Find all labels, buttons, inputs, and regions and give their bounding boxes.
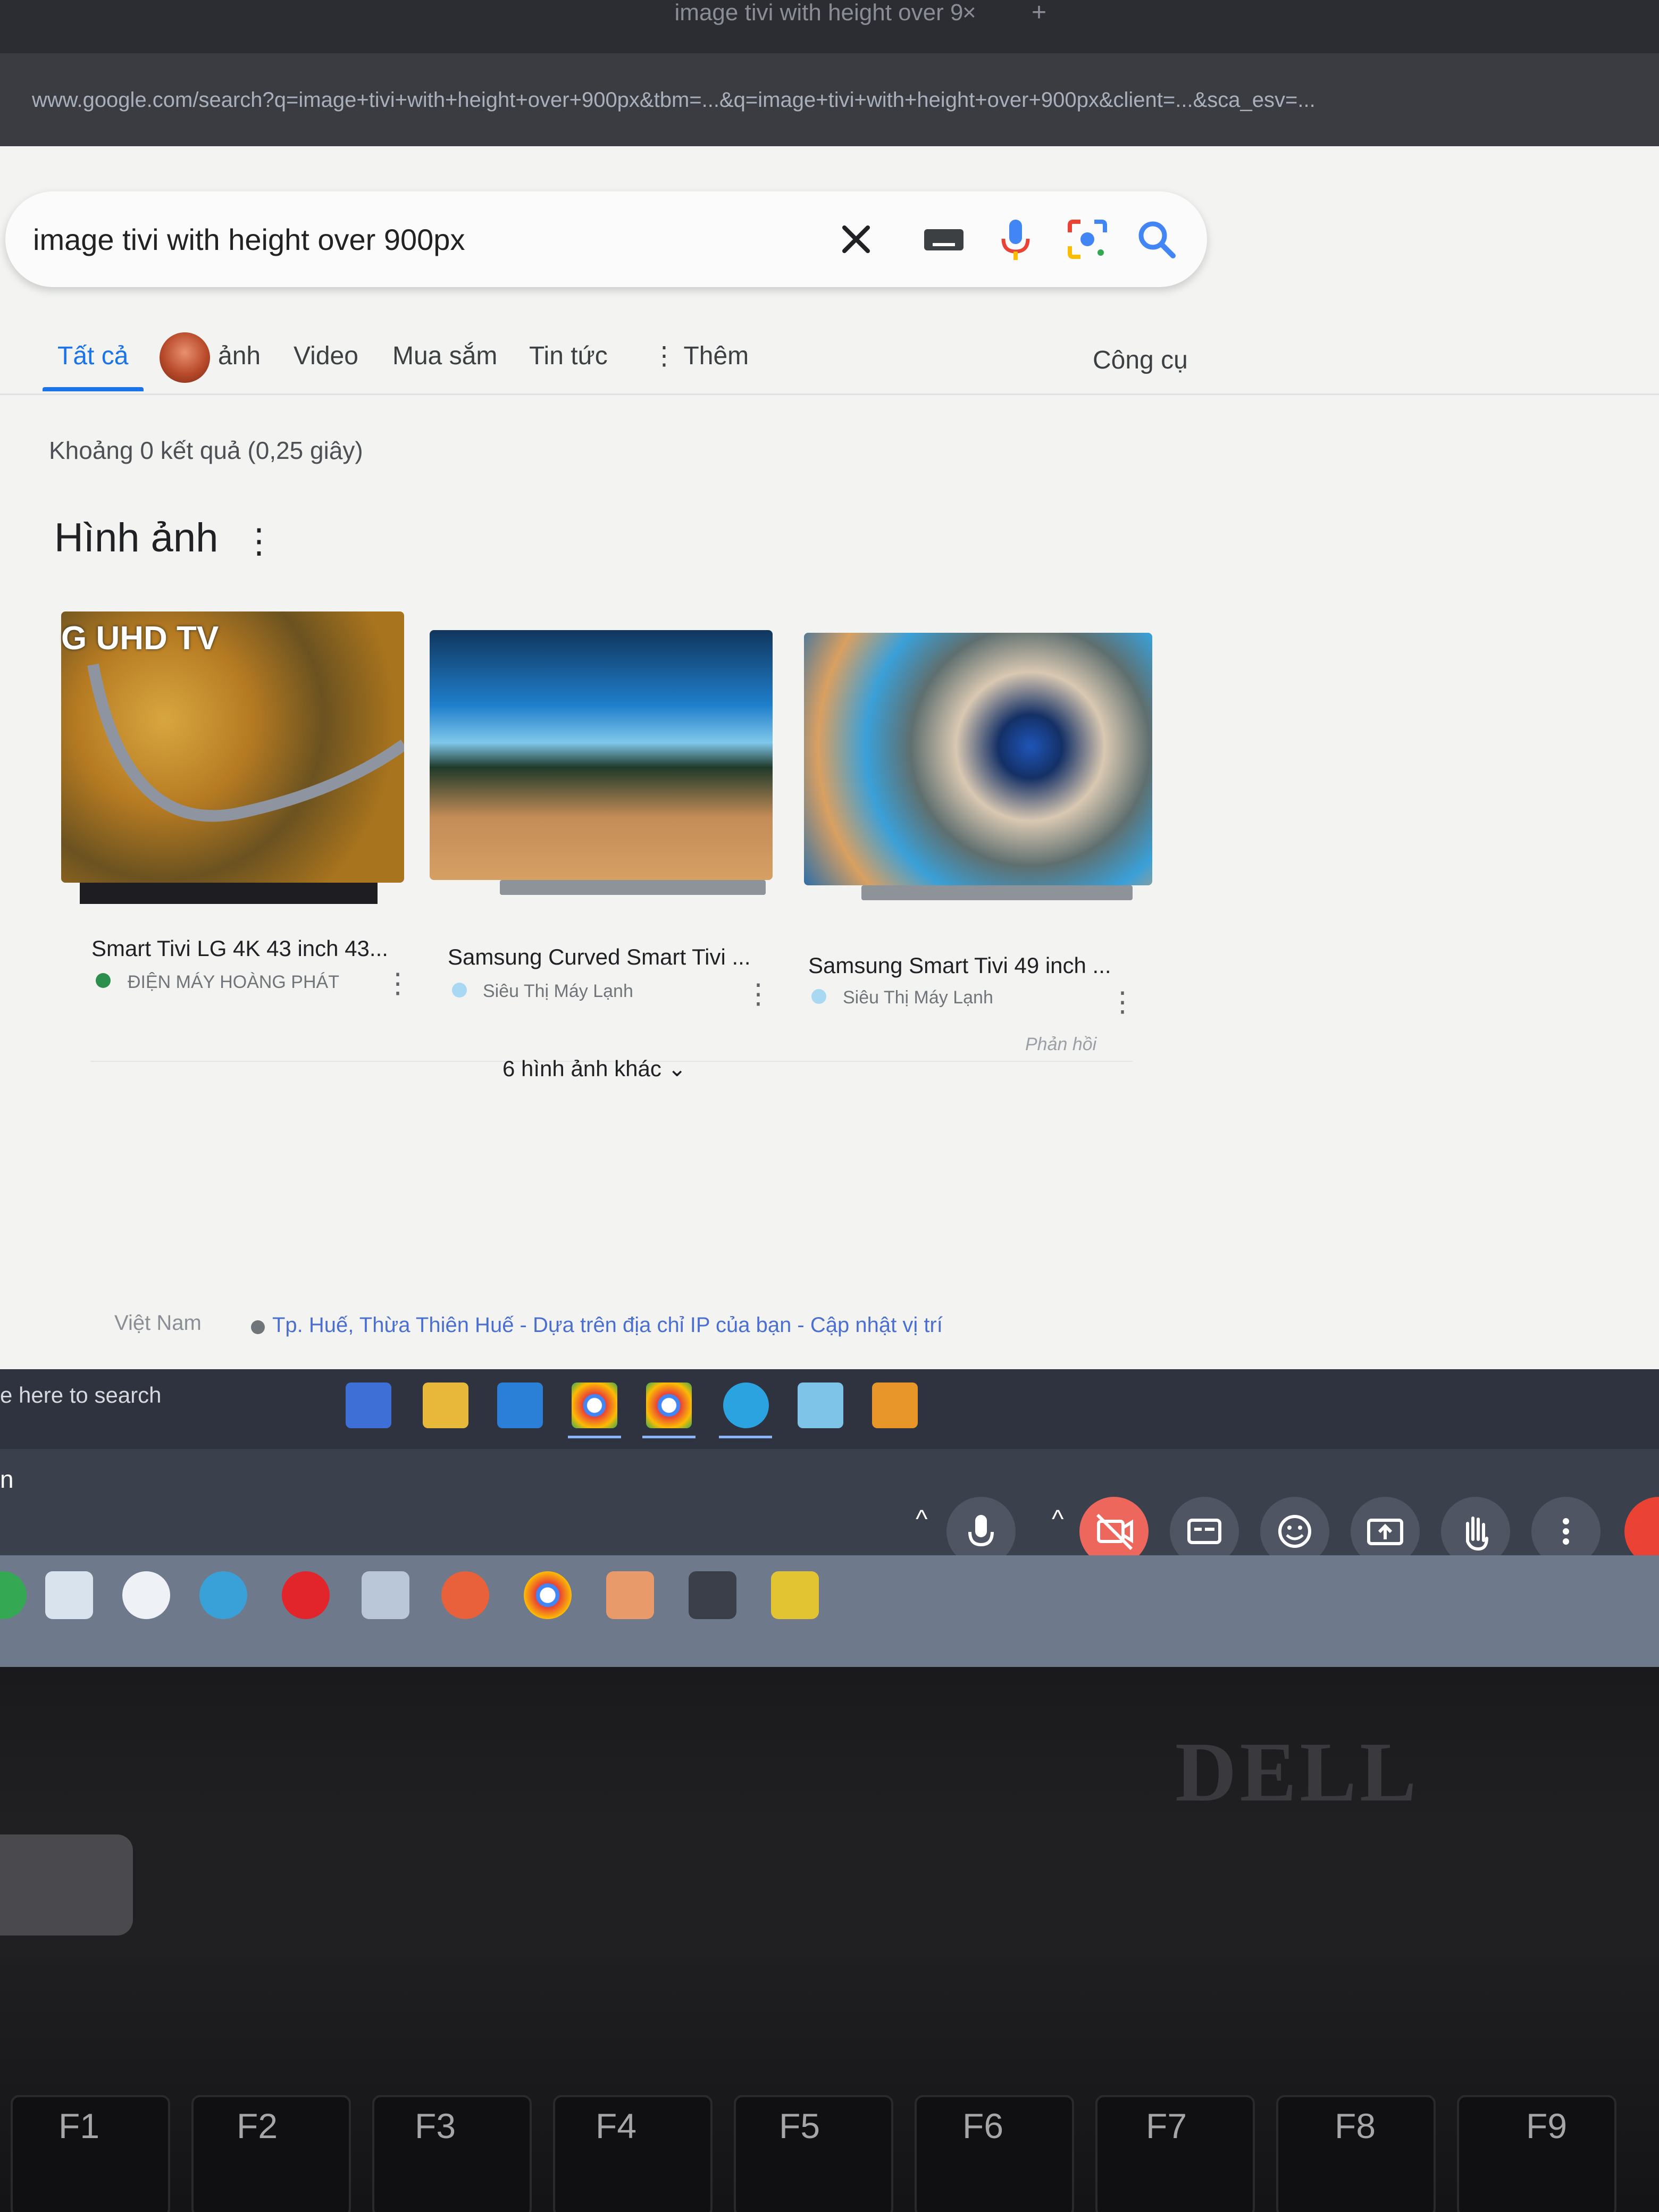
search-icon[interactable] (1127, 210, 1186, 269)
terminal-icon[interactable] (689, 1571, 736, 1619)
tab-close-icon[interactable]: × (962, 0, 976, 26)
key-f2-label: F2 (237, 2106, 278, 2146)
tab-all[interactable]: Tất cả (57, 330, 128, 383)
lens-icon[interactable] (1058, 210, 1117, 269)
key-f1-label: F1 (58, 2106, 100, 2146)
pinned-app-icon[interactable] (798, 1382, 843, 1428)
key-f5-label: F5 (779, 2106, 820, 2146)
vscode-icon[interactable] (497, 1382, 543, 1428)
image-result-title[interactable]: Smart Tivi LG 4K 43 inch 43... (91, 936, 388, 961)
tools-button[interactable]: Công cụ (1093, 334, 1188, 387)
keyboard-icon[interactable] (915, 210, 973, 269)
source-favicon (452, 983, 467, 998)
browser-tab-title[interactable]: image tivi with height over 9 (633, 0, 1005, 37)
key-f7-label: F7 (1146, 2106, 1187, 2146)
tv-stand (80, 883, 378, 904)
chrome-icon[interactable] (524, 1571, 572, 1619)
image-result-title[interactable]: Samsung Curved Smart Tivi ... (448, 944, 751, 970)
location-dot-icon (251, 1320, 265, 1334)
pinned-app-icon[interactable] (771, 1571, 819, 1619)
pinned-app-icon[interactable] (441, 1571, 489, 1619)
snowflake-app-icon[interactable] (122, 1571, 170, 1619)
pinned-app-icon[interactable] (362, 1571, 409, 1619)
running-indicator (719, 1436, 772, 1438)
key-f6-label: F6 (962, 2106, 1004, 2146)
hinge-edge (0, 1834, 133, 1936)
dell-logo: DELL (1175, 1724, 1420, 1819)
edge-icon[interactable] (199, 1571, 247, 1619)
meeting-label: n (0, 1465, 14, 1493)
key-f8-label: F8 (1335, 2106, 1376, 2146)
url-text[interactable]: www.google.com/search?q=image+tivi+with+… (32, 84, 1648, 116)
image-result-source[interactable]: Siêu Thị Máy Lạnh (843, 987, 993, 1008)
local-taskbar (0, 1555, 1659, 1667)
source-favicon (96, 973, 111, 988)
image-result-thumbnail[interactable] (804, 633, 1152, 885)
chrome-icon[interactable] (572, 1382, 617, 1428)
key-f4-label: F4 (596, 2106, 637, 2146)
video-options-chevron-icon[interactable]: ^ (1052, 1505, 1064, 1534)
source-favicon (811, 989, 826, 1004)
telegram-icon[interactable] (723, 1382, 769, 1428)
tab-images[interactable]: ảnh (218, 330, 261, 383)
file-explorer-icon[interactable] (423, 1382, 468, 1428)
taskbar-search-box[interactable]: e here to search (0, 1382, 162, 1408)
image-result-title[interactable]: Samsung Smart Tivi 49 inch ... (808, 953, 1111, 978)
key-f9-label: F9 (1526, 2106, 1568, 2146)
images-section-menu-icon[interactable]: ⋮ (242, 521, 276, 561)
pinned-app-icon[interactable] (872, 1382, 918, 1428)
telegram-icon[interactable] (606, 1571, 654, 1619)
laptop-hinge (0, 1824, 1659, 1957)
tv-overlay-text: G UHD TV (61, 620, 219, 657)
result-menu-icon[interactable]: ⋮ (744, 978, 772, 1010)
tab-shopping[interactable]: Mua sắm (392, 330, 497, 383)
tab-news[interactable]: Tin tức (529, 330, 608, 383)
result-menu-icon[interactable]: ⋮ (1109, 986, 1136, 1018)
result-menu-icon[interactable]: ⋮ (384, 968, 412, 1000)
images-section-heading: Hình ảnh (54, 515, 219, 560)
image-result-source[interactable]: ĐIỆN MÁY HOÀNG PHÁT (128, 972, 339, 993)
key-f3-label: F3 (415, 2106, 456, 2146)
image-result-source[interactable]: Siêu Thị Máy Lạnh (483, 981, 633, 1002)
active-tab-indicator (43, 387, 144, 391)
footer-country: Việt Nam (114, 1311, 202, 1335)
tab-video[interactable]: Video (294, 330, 358, 383)
tabs-divider (0, 393, 1659, 395)
result-stats: Khoảng 0 kết quả (0,25 giây) (49, 437, 363, 464)
tab-more[interactable]: ⋮ Thêm (651, 330, 749, 383)
pinned-app-icon[interactable] (346, 1382, 391, 1428)
clear-search-icon[interactable] (827, 210, 885, 269)
running-indicator (642, 1436, 696, 1438)
search-input[interactable] (33, 213, 804, 266)
tv-stand (500, 880, 766, 895)
image-result-thumbnail[interactable] (430, 630, 773, 880)
images-tab-thumbnail[interactable] (160, 332, 210, 383)
opera-icon[interactable] (282, 1571, 330, 1619)
running-indicator (568, 1436, 621, 1438)
audio-options-chevron-icon[interactable]: ^ (916, 1505, 928, 1534)
more-images-button[interactable]: 6 hình ảnh khác ⌄ (502, 1055, 686, 1082)
feather-app-icon[interactable] (45, 1571, 93, 1619)
footer-location[interactable]: Tp. Huế, Thừa Thiên Huế - Dựa trên địa c… (272, 1313, 943, 1337)
new-tab-button[interactable]: + (1032, 0, 1046, 26)
tv-stand (861, 885, 1133, 900)
chrome-icon[interactable] (646, 1382, 692, 1428)
voice-search-icon[interactable] (986, 210, 1045, 269)
feedback-link[interactable]: Phản hồi (1025, 1034, 1096, 1055)
